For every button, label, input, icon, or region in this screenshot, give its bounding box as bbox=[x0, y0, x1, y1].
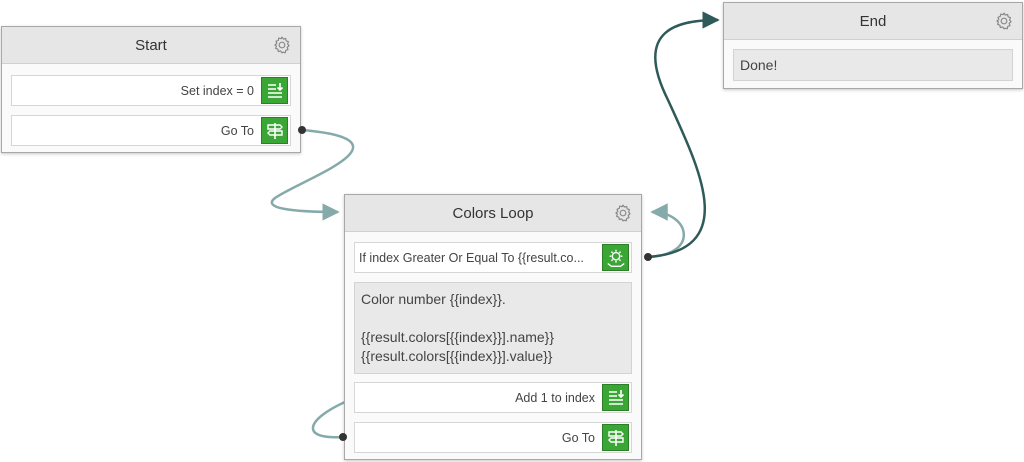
start-goto-step[interactable]: Go To bbox=[11, 115, 291, 146]
gear-icon[interactable] bbox=[994, 11, 1014, 31]
end-message[interactable]: Done! bbox=[733, 49, 1013, 81]
condition-output-port[interactable] bbox=[644, 253, 652, 261]
start-node-header: Start bbox=[2, 27, 300, 64]
connector-condition-to-end[interactable] bbox=[647, 11, 720, 259]
colors-loop-condition-step[interactable]: If index Greater Or Equal To {{result.co… bbox=[354, 242, 632, 273]
end-node-title: End bbox=[859, 12, 887, 30]
colors-loop-node-title: Colors Loop bbox=[452, 204, 534, 222]
connector-loop-back-to-colors-loop[interactable] bbox=[647, 203, 685, 259]
colors-goto-output-port[interactable] bbox=[339, 433, 347, 441]
colors-loop-node[interactable]: Colors Loop If index Greater Or Equal To… bbox=[344, 194, 642, 460]
start-set-index-step[interactable]: Set index = 0 bbox=[11, 75, 291, 106]
step-label: Add 1 to index bbox=[515, 390, 595, 405]
colors-loop-node-header: Colors Loop bbox=[345, 195, 641, 232]
condition-label: If index Greater Or Equal To {{result.co… bbox=[359, 243, 595, 272]
gear-icon[interactable] bbox=[613, 203, 633, 223]
colors-loop-goto-step[interactable]: Go To bbox=[354, 422, 632, 453]
condition-label-text: If index Greater Or Equal To {{result.co… bbox=[359, 250, 584, 265]
gear-icon[interactable] bbox=[272, 35, 292, 55]
step-label: Go To bbox=[220, 123, 254, 138]
step-label: Go To bbox=[561, 430, 595, 445]
end-node[interactable]: End Done! bbox=[723, 2, 1023, 89]
condition-gear-icon[interactable] bbox=[602, 244, 629, 271]
end-node-header: End bbox=[724, 3, 1022, 40]
set-variable-icon[interactable] bbox=[261, 77, 288, 104]
start-goto-output-port[interactable] bbox=[298, 126, 306, 134]
step-label: Set index = 0 bbox=[180, 83, 254, 98]
colors-loop-add-index-step[interactable]: Add 1 to index bbox=[354, 382, 632, 413]
signpost-icon[interactable] bbox=[602, 424, 629, 451]
signpost-icon[interactable] bbox=[261, 117, 288, 144]
colors-loop-message[interactable]: Color number {{index}}. {{result.colors[… bbox=[354, 282, 632, 374]
set-variable-icon[interactable] bbox=[602, 384, 629, 411]
start-node[interactable]: Start Set index = 0 Go To bbox=[1, 26, 301, 153]
start-node-title: Start bbox=[135, 36, 167, 54]
connector-colors-goto-loop[interactable] bbox=[311, 400, 346, 439]
